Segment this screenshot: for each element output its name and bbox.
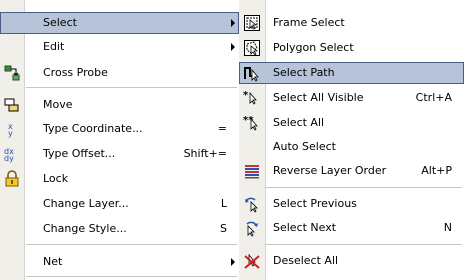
menu-item-type-coordinate[interactable]: x y Type Coordinate... = bbox=[0, 118, 239, 140]
menu-item-label: Select bbox=[43, 16, 77, 29]
select-all-icon: ** bbox=[243, 114, 261, 132]
menu-item-reverse-layer-order[interactable]: Reverse Layer Order Alt+P bbox=[239, 160, 464, 182]
menu-item-select-all-visible[interactable]: * Select All Visible Ctrl+A bbox=[239, 87, 464, 109]
lock-icon bbox=[3, 170, 21, 188]
frame-select-icon bbox=[243, 14, 261, 32]
menu-separator bbox=[26, 276, 237, 277]
menu-item-shortcut: L bbox=[220, 197, 227, 210]
menu-item-deselect-all[interactable]: Deselect All bbox=[239, 250, 464, 272]
deselect-all-icon bbox=[243, 252, 261, 270]
menu-item-label: Move bbox=[43, 98, 73, 111]
menu-separator bbox=[265, 244, 462, 245]
polygon-select-icon bbox=[243, 39, 261, 57]
menu-item-label: Reverse Layer Order bbox=[273, 164, 387, 177]
menu-item-lock[interactable]: Lock bbox=[0, 168, 239, 190]
menu-item-shortcut: Alt+P bbox=[421, 164, 452, 177]
menu-item-change-layer[interactable]: Change Layer... L bbox=[0, 193, 239, 215]
menu-item-select-previous[interactable]: Select Previous bbox=[239, 193, 464, 215]
submenu-arrow-icon bbox=[231, 43, 235, 51]
menu-separator bbox=[26, 87, 237, 88]
select-submenu: Frame Select Polygon Select Select Path … bbox=[239, 0, 464, 280]
select-path-icon bbox=[243, 64, 261, 82]
menu-item-select-all[interactable]: ** Select All bbox=[239, 112, 464, 134]
type-offset-icon: dx dy bbox=[3, 145, 21, 163]
menu-item-label: Net bbox=[43, 255, 63, 268]
menu-item-label: Polygon Select bbox=[273, 41, 354, 54]
menu-separator bbox=[26, 244, 237, 245]
submenu-arrow-icon bbox=[231, 258, 235, 266]
menu-item-change-style[interactable]: Change Style... S bbox=[0, 218, 239, 240]
submenu-arrow-icon bbox=[231, 19, 235, 27]
menu-item-label: Frame Select bbox=[273, 16, 345, 29]
menu-item-shortcut: Shift+= bbox=[183, 147, 227, 160]
menu-item-label: Select Previous bbox=[273, 197, 357, 210]
menu-item-shortcut: Ctrl+A bbox=[415, 91, 452, 104]
menu-item-shortcut: S bbox=[220, 222, 227, 235]
context-menu: Select Edit Cross Probe Move x y Type Co… bbox=[0, 0, 240, 280]
svg-text:*: * bbox=[243, 90, 249, 101]
menu-item-edit[interactable]: Edit bbox=[0, 36, 239, 58]
svg-text:y: y bbox=[8, 129, 13, 138]
menu-item-label: Select All bbox=[273, 116, 325, 129]
menu-item-label: Select Path bbox=[273, 66, 335, 79]
menu-item-shortcut: = bbox=[217, 122, 227, 135]
menu-item-label: Auto Select bbox=[273, 140, 336, 153]
menu-item-cross-probe[interactable]: Cross Probe bbox=[0, 62, 239, 84]
menu-separator bbox=[265, 187, 462, 188]
menu-item-label: Change Style... bbox=[43, 222, 127, 235]
menu-item-select[interactable]: Select bbox=[0, 12, 239, 34]
menu-item-label: Type Coordinate... bbox=[43, 122, 143, 135]
select-all-visible-icon: * bbox=[243, 89, 261, 107]
reverse-layer-order-icon bbox=[243, 162, 261, 180]
menu-item-polygon-select[interactable]: Polygon Select bbox=[239, 37, 464, 59]
select-next-icon bbox=[243, 219, 261, 237]
menu-item-label: Change Layer... bbox=[43, 197, 129, 210]
menu-item-net[interactable]: Net bbox=[0, 251, 239, 273]
svg-text:dy: dy bbox=[4, 154, 14, 163]
move-icon bbox=[3, 96, 21, 114]
menu-item-move[interactable]: Move bbox=[0, 94, 239, 116]
cross-probe-icon bbox=[3, 64, 21, 82]
menu-item-select-next[interactable]: Select Next N bbox=[239, 217, 464, 239]
menu-item-label: Lock bbox=[43, 172, 69, 185]
menu-item-label: Type Offset... bbox=[43, 147, 116, 160]
menu-item-label: Select Next bbox=[273, 221, 337, 234]
menu-item-frame-select[interactable]: Frame Select bbox=[239, 12, 464, 34]
menu-item-label: Cross Probe bbox=[43, 66, 108, 79]
select-previous-icon bbox=[243, 195, 261, 213]
menu-item-label: Select All Visible bbox=[273, 91, 364, 104]
menu-item-label: Deselect All bbox=[273, 254, 339, 267]
type-coordinate-icon: x y bbox=[3, 120, 21, 138]
menu-item-select-path[interactable]: Select Path bbox=[239, 62, 464, 84]
menu-item-type-offset[interactable]: dx dy Type Offset... Shift+= bbox=[0, 143, 239, 165]
menu-item-auto-select[interactable]: Auto Select bbox=[239, 136, 464, 158]
menu-item-shortcut: N bbox=[443, 221, 452, 234]
menu-item-label: Edit bbox=[43, 40, 65, 53]
